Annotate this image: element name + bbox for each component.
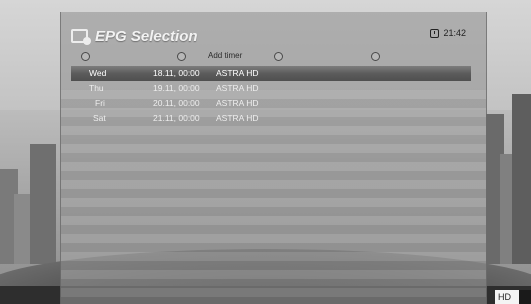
hd-indicator: HD [495, 290, 531, 304]
list-item[interactable]: Thu 19.11, 00:00 ASTRA HD [71, 81, 471, 96]
entry-datetime: 21.11, 00:00 [153, 113, 200, 123]
entry-channel: ASTRA HD [216, 113, 259, 123]
entry-day: Sat [93, 113, 106, 123]
entry-day: Fri [95, 98, 105, 108]
hd-label: HD [498, 292, 511, 302]
red-key-button[interactable] [81, 52, 90, 61]
header: EPG Selection [71, 24, 476, 48]
entry-channel: ASTRA HD [216, 98, 259, 108]
entry-channel: ASTRA HD [216, 68, 259, 78]
green-key-label: Add timer [208, 51, 243, 60]
epg-panel: EPG Selection 21:42 Add timer Wed 18.11,… [60, 12, 487, 304]
entry-datetime: 18.11, 00:00 [153, 68, 200, 78]
list-item[interactable]: Sat 21.11, 00:00 ASTRA HD [71, 111, 471, 126]
epg-icon [71, 28, 91, 45]
blue-key-button[interactable] [371, 52, 380, 61]
entry-channel: ASTRA HD [216, 83, 259, 93]
clock-icon [430, 28, 440, 38]
clock-time: 21:42 [443, 28, 466, 38]
list-item[interactable]: Wed 18.11, 00:00 ASTRA HD [71, 66, 471, 81]
hd-indicator-block [519, 290, 531, 304]
green-key-button[interactable] [177, 52, 186, 61]
entry-day: Wed [89, 68, 107, 78]
clock: 21:42 [430, 28, 466, 38]
function-key-bar: Add timer [81, 50, 471, 64]
building [30, 144, 56, 264]
page-title: EPG Selection [95, 27, 198, 45]
entry-day: Thu [89, 83, 104, 93]
yellow-key-button[interactable] [274, 52, 283, 61]
epg-list: Wed 18.11, 00:00 ASTRA HD Thu 19.11, 00:… [71, 66, 471, 126]
entry-datetime: 19.11, 00:00 [153, 83, 200, 93]
list-item[interactable]: Fri 20.11, 00:00 ASTRA HD [71, 96, 471, 111]
entry-datetime: 20.11, 00:00 [153, 98, 200, 108]
building [512, 94, 531, 264]
